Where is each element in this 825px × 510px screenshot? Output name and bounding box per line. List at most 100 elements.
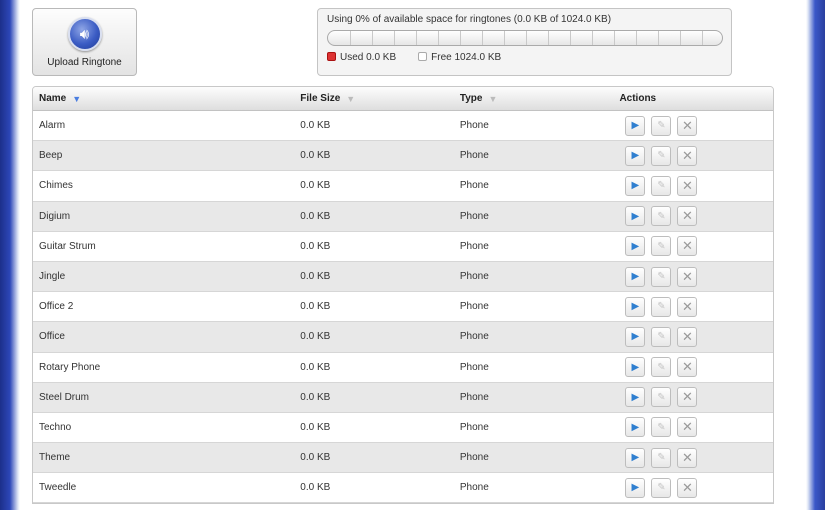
ringtone-name: Steel Drum [39,391,90,403]
pencil-icon: ✎ [657,482,666,494]
ringtone-type: Phone [459,452,489,464]
play-button[interactable]: ▶ [625,477,646,498]
column-header-label: Actions [619,93,657,104]
table-row[interactable]: Tweedle 0.0 KB Phone ▶ ✎ ✕ [33,473,773,504]
play-icon: ▶ [631,331,640,343]
delete-x-icon: ✕ [681,389,693,405]
column-header-file-size[interactable]: File Size ▼ [294,87,454,110]
delete-button[interactable]: ✕ [677,417,698,438]
play-icon: ▶ [631,150,640,162]
pencil-icon: ✎ [657,452,666,464]
ringtone-type: Phone [459,210,489,222]
play-button[interactable]: ▶ [625,326,646,347]
usage-bar-segment [482,31,483,45]
edit-button[interactable]: ✎ [651,236,672,257]
edit-button[interactable]: ✎ [651,175,672,196]
legend-used-label: Used 0.0 KB [340,52,397,63]
table-row[interactable]: Jingle 0.0 KB Phone ▶ ✎ ✕ [33,261,773,293]
delete-x-icon: ✕ [681,328,693,344]
ringtone-file-size: 0.0 KB [300,271,331,283]
edit-button[interactable]: ✎ [651,447,672,468]
table-row[interactable]: Office 2 0.0 KB Phone ▶ ✎ ✕ [33,292,773,323]
delete-button[interactable]: ✕ [677,115,698,136]
play-button[interactable]: ▶ [625,206,646,227]
ringtone-type: Phone [459,301,489,313]
play-button[interactable]: ▶ [625,175,646,196]
row-actions: ▶ ✎ ✕ [613,357,773,378]
edit-button[interactable]: ✎ [651,417,672,438]
edit-button[interactable]: ✎ [651,115,672,136]
edit-button[interactable]: ✎ [651,477,672,498]
table-row[interactable]: Techno 0.0 KB Phone ▶ ✎ ✕ [33,412,773,444]
pencil-icon: ✎ [657,391,666,403]
table-row[interactable]: Rotary Phone 0.0 KB Phone ▶ ✎ ✕ [33,352,773,383]
ringtone-name: Office 2 [39,301,74,313]
ringtone-file-size: 0.0 KB [300,421,331,433]
delete-button[interactable]: ✕ [677,175,698,196]
delete-x-icon: ✕ [681,177,693,193]
play-icon: ▶ [631,271,640,283]
delete-x-icon: ✕ [681,359,693,375]
delete-button[interactable]: ✕ [677,387,698,408]
delete-button[interactable]: ✕ [677,296,698,317]
column-header-type[interactable]: Type ▼ [454,87,614,110]
play-button[interactable]: ▶ [625,115,646,136]
delete-button[interactable]: ✕ [677,357,698,378]
row-actions: ▶ ✎ ✕ [613,387,773,408]
usage-bar-segment [636,31,637,45]
delete-button[interactable]: ✕ [677,145,698,166]
edit-button[interactable]: ✎ [651,296,672,317]
table-row[interactable]: Chimes 0.0 KB Phone ▶ ✎ ✕ [33,171,773,202]
play-button[interactable]: ▶ [625,447,646,468]
play-icon: ▶ [631,210,640,222]
ringtone-name: Alarm [39,120,66,132]
play-button[interactable]: ▶ [625,236,646,257]
delete-button[interactable]: ✕ [677,206,698,227]
usage-bar-segment [460,31,461,45]
delete-button[interactable]: ✕ [677,447,698,468]
play-button[interactable]: ▶ [625,387,646,408]
upload-ringtone-button[interactable]: 🔊︎ Upload Ringtone [32,8,137,76]
play-icon: ▶ [631,482,640,494]
edit-button[interactable]: ✎ [651,206,672,227]
delete-x-icon: ✕ [681,238,693,254]
edit-button[interactable]: ✎ [651,145,672,166]
play-button[interactable]: ▶ [625,266,646,287]
table-row[interactable]: Office 0.0 KB Phone ▶ ✎ ✕ [33,322,773,353]
storage-legend: Used 0.0 KB Free 1024.0 KB [327,52,722,63]
play-button[interactable]: ▶ [625,357,646,378]
table-row[interactable]: Digium 0.0 KB Phone ▶ ✎ ✕ [33,201,773,232]
column-header-label: File Size [300,93,341,104]
table-row[interactable]: Alarm 0.0 KB Phone ▶ ✎ ✕ [33,111,773,142]
usage-bar-segment [416,31,417,45]
table-row[interactable]: Guitar Strum 0.0 KB Phone ▶ ✎ ✕ [33,231,773,262]
column-header-name[interactable]: Name ▼ [33,87,294,110]
legend-free-label: Free 1024.0 KB [431,52,502,63]
usage-bar-segment [614,31,615,45]
legend-used: Used 0.0 KB [327,52,396,63]
row-actions: ▶ ✎ ✕ [613,447,773,468]
table-row[interactable]: Steel Drum 0.0 KB Phone ▶ ✎ ✕ [33,382,773,413]
edit-button[interactable]: ✎ [651,387,672,408]
ringtones-panel: 🔊︎ Upload Ringtone Using 0% of available… [20,0,806,510]
legend-free: Free 1024.0 KB [418,52,501,63]
delete-x-icon: ✕ [681,117,693,133]
delete-button[interactable]: ✕ [677,326,698,347]
edit-button[interactable]: ✎ [651,266,672,287]
storage-usage-bar [327,30,723,46]
table-row[interactable]: Theme 0.0 KB Phone ▶ ✎ ✕ [33,443,773,474]
delete-button[interactable]: ✕ [677,477,698,498]
play-button[interactable]: ▶ [625,296,646,317]
ringtone-name: Jingle [39,271,66,283]
ringtone-name: Theme [39,452,71,464]
delete-button[interactable]: ✕ [677,236,698,257]
edit-button[interactable]: ✎ [651,357,672,378]
edit-button[interactable]: ✎ [651,326,672,347]
play-button[interactable]: ▶ [625,417,646,438]
ringtone-name: Digium [39,210,71,222]
table-row[interactable]: Beep 0.0 KB Phone ▶ ✎ ✕ [33,141,773,172]
delete-button[interactable]: ✕ [677,266,698,287]
ringtone-name: Techno [39,421,72,433]
play-button[interactable]: ▶ [625,145,646,166]
row-actions: ▶ ✎ ✕ [613,326,773,347]
